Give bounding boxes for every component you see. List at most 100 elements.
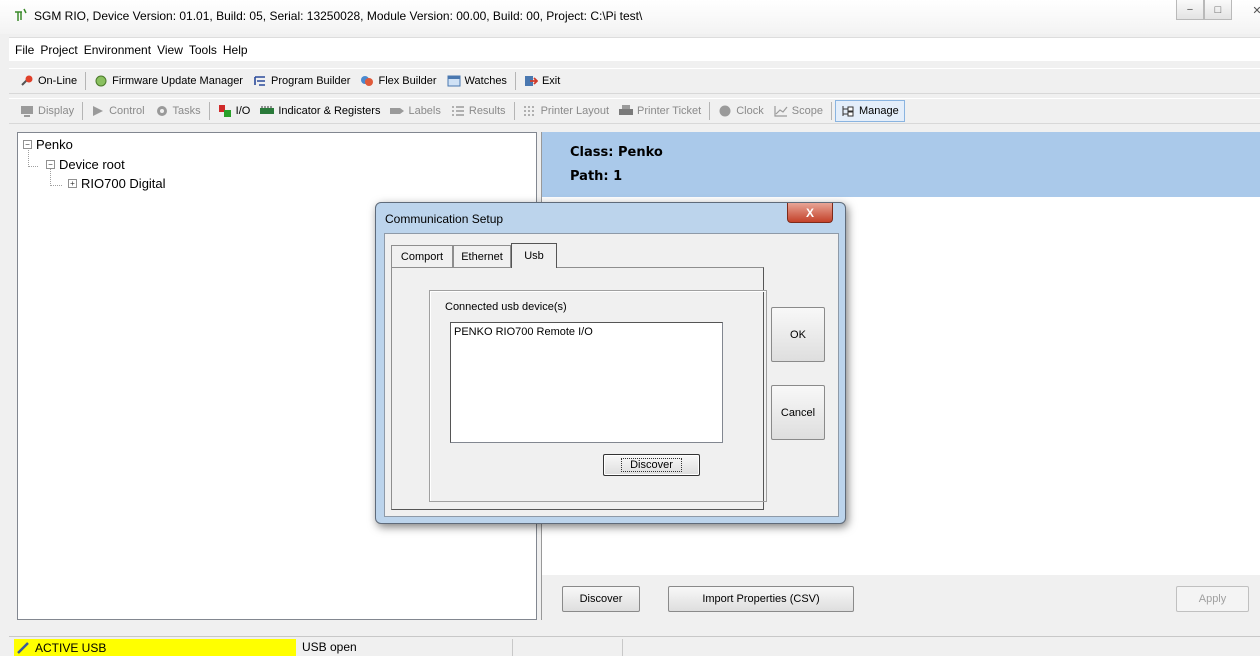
tasks-label: Tasks xyxy=(172,105,201,117)
expand-icon[interactable]: + xyxy=(68,179,77,188)
monitor-icon xyxy=(21,106,33,117)
plug-icon xyxy=(21,75,33,86)
display-button[interactable]: Display xyxy=(15,105,79,117)
window-controls: − □ ✕ xyxy=(1176,0,1260,22)
indicator-registers-button[interactable]: Indicator & Registers xyxy=(255,105,385,117)
menu-help[interactable]: Help xyxy=(220,43,251,57)
separator xyxy=(709,102,711,120)
clock-label: Clock xyxy=(736,105,764,117)
tree-line xyxy=(50,185,62,186)
dialog-close-button[interactable]: X xyxy=(787,203,833,223)
status-bar: ACTIVE USB USB open xyxy=(9,636,1260,656)
separator xyxy=(208,102,210,120)
collapse-icon[interactable]: − xyxy=(23,140,32,149)
class-label: Class: Penko xyxy=(570,145,663,160)
printer-ticket-button[interactable]: Printer Ticket xyxy=(614,105,706,117)
dialog-discover-button[interactable]: Discover xyxy=(603,454,700,476)
tree-node-label: Device root xyxy=(59,157,125,172)
tasks-button[interactable]: Tasks xyxy=(150,105,206,117)
tree-icon xyxy=(842,106,854,117)
program-builder-button[interactable]: Program Builder xyxy=(248,75,355,87)
tree-node-device-root[interactable]: − Device root xyxy=(46,157,125,172)
status-divider xyxy=(622,639,623,656)
scope-button[interactable]: Scope xyxy=(769,105,828,117)
chip-icon xyxy=(95,75,107,87)
clock-icon xyxy=(719,105,731,117)
ok-button[interactable]: OK xyxy=(771,307,825,362)
results-button[interactable]: Results xyxy=(446,105,511,117)
dialog-body: Comport Ethernet Usb Connected usb devic… xyxy=(384,233,839,517)
cancel-button[interactable]: Cancel xyxy=(771,385,825,440)
io-button[interactable]: I/O xyxy=(213,105,256,117)
menu-view[interactable]: View xyxy=(154,43,186,57)
firmware-update-button[interactable]: Firmware Update Manager xyxy=(89,75,248,87)
printer-icon xyxy=(619,105,634,115)
collapse-icon[interactable]: − xyxy=(46,160,55,169)
scope-label: Scope xyxy=(791,105,823,117)
online-label: On-Line xyxy=(38,75,78,87)
communication-setup-dialog: Communication Setup X Comport Ethernet U… xyxy=(375,202,846,524)
dialog-discover-label: Discover xyxy=(621,458,682,472)
view-toolbar: Display Control Tasks I/O Indicator & Re… xyxy=(9,98,1260,124)
pencil-icon xyxy=(17,641,29,654)
tree-node-label: Penko xyxy=(36,137,73,152)
menu-bar: File Project Environment View Tools Help xyxy=(9,37,1260,61)
printer-layout-button[interactable]: Printer Layout xyxy=(518,105,614,117)
grid-icon xyxy=(523,106,536,116)
tab-usb[interactable]: Usb xyxy=(511,243,557,268)
tab-comport[interactable]: Comport xyxy=(391,245,453,267)
usb-device-list[interactable]: PENKO RIO700 Remote I/O xyxy=(450,322,723,443)
tree-node-penko[interactable]: − Penko xyxy=(23,137,73,152)
clock-button[interactable]: Clock xyxy=(713,105,769,117)
io-icon xyxy=(218,105,231,117)
main-toolbar: On-Line Firmware Update Manager Program … xyxy=(9,68,1260,94)
scope-icon xyxy=(774,106,788,117)
properties-button-bar: Discover Import Properties (CSV) Apply xyxy=(542,575,1260,620)
menu-file[interactable]: File xyxy=(12,43,37,57)
control-label: Control xyxy=(109,105,145,117)
usb-devices-group: Connected usb device(s) PENKO RIO700 Rem… xyxy=(429,290,767,502)
indicator-label: Indicator & Registers xyxy=(278,105,381,117)
manage-button[interactable]: Manage xyxy=(834,100,905,122)
watches-label: Watches xyxy=(464,75,507,87)
tree-node-label: RIO700 Digital xyxy=(81,176,166,191)
separator xyxy=(513,102,515,120)
list-item[interactable]: PENKO RIO700 Remote I/O xyxy=(454,326,593,338)
online-button[interactable]: On-Line xyxy=(15,75,82,87)
firmware-label: Firmware Update Manager xyxy=(112,75,243,87)
window-title: SGM RIO, Device Version: 01.01, Build: 0… xyxy=(34,9,643,23)
menu-tools[interactable]: Tools xyxy=(186,43,220,57)
manage-label: Manage xyxy=(858,105,899,117)
flex-builder-button[interactable]: Flex Builder xyxy=(355,75,441,87)
discover-button[interactable]: Discover xyxy=(562,586,640,612)
maximize-icon[interactable]: □ xyxy=(1204,0,1232,20)
tree-node-rio700-digital[interactable]: + RIO700 Digital xyxy=(68,176,166,191)
tag-icon xyxy=(390,108,405,114)
menu-environment[interactable]: Environment xyxy=(81,43,154,57)
import-properties-button[interactable]: Import Properties (CSV) xyxy=(668,586,854,612)
close-icon[interactable]: ✕ xyxy=(1232,0,1260,20)
tab-ethernet[interactable]: Ethernet xyxy=(453,245,511,267)
list-icon xyxy=(451,106,464,116)
labels-button[interactable]: Labels xyxy=(385,105,445,117)
program-builder-label: Program Builder xyxy=(270,75,351,87)
menu-project[interactable]: Project xyxy=(37,43,80,57)
minimize-icon[interactable]: − xyxy=(1176,0,1204,20)
play-icon xyxy=(93,106,104,116)
exit-button[interactable]: Exit xyxy=(519,75,565,87)
path-label: Path: 1 xyxy=(570,169,623,184)
control-button[interactable]: Control xyxy=(86,105,149,117)
title-bar: SGM RIO, Device Version: 01.01, Build: 0… xyxy=(0,0,1260,34)
printer-layout-label: Printer Layout xyxy=(540,105,610,117)
program-icon xyxy=(254,76,265,86)
dialog-title: Communication Setup xyxy=(385,212,504,226)
watches-button[interactable]: Watches xyxy=(442,75,512,87)
apply-button[interactable]: Apply xyxy=(1176,586,1249,612)
exit-label: Exit xyxy=(541,75,561,87)
board-icon xyxy=(260,106,275,114)
flex-icon xyxy=(361,76,374,86)
status-divider xyxy=(512,639,513,656)
results-label: Results xyxy=(468,105,506,117)
properties-header: Class: Penko Path: 1 xyxy=(542,132,1260,197)
labels-label: Labels xyxy=(408,105,441,117)
